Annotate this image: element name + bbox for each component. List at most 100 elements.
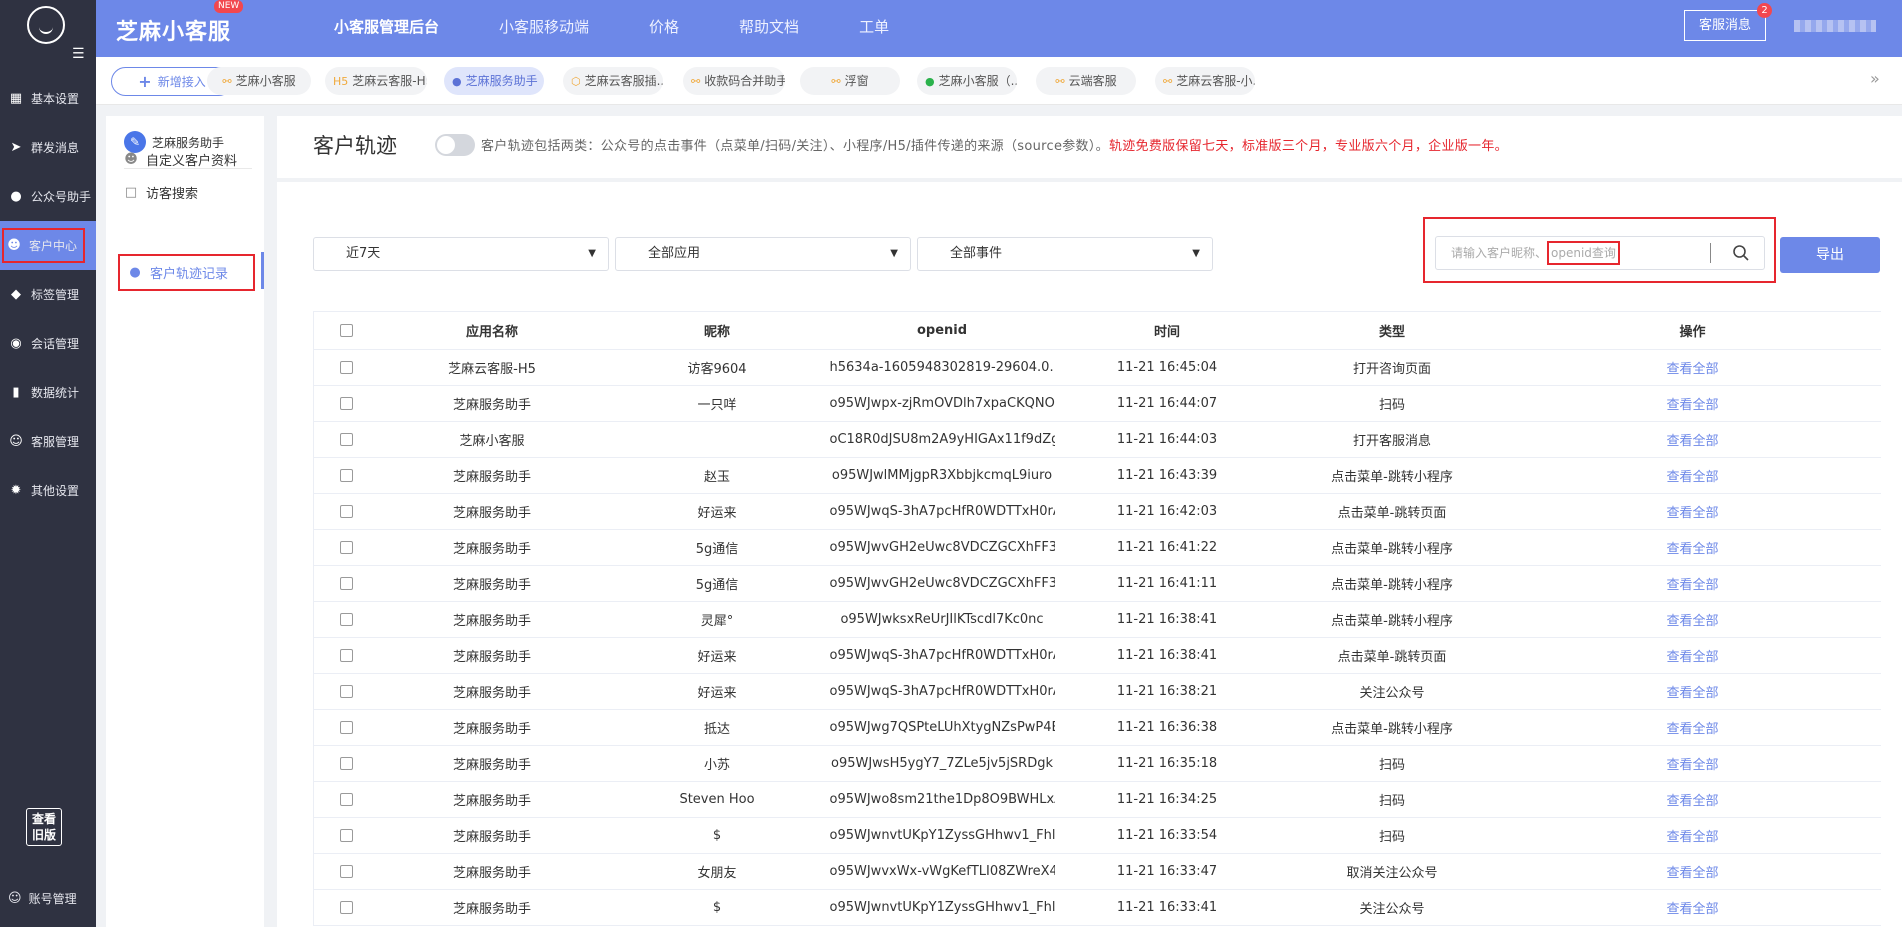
account-management-item[interactable]: ☺ 账号管理 [8, 890, 77, 907]
view-all-link[interactable]: 查看全部 [1504, 493, 1881, 530]
app-tab-1[interactable]: H5 芝麻云客服-H5 [325, 67, 427, 95]
event-select[interactable]: 全部事件 ▼ [917, 237, 1213, 271]
app-tab-4[interactable]: ⚯ 收款码合并助手 [683, 67, 785, 95]
row-checkbox[interactable] [340, 577, 354, 590]
app-tab-6[interactable]: ● 芝麻小客服（... [917, 67, 1017, 95]
view-all-link[interactable]: 查看全部 [1504, 673, 1881, 710]
sidebar-item-6[interactable]: ▮ 数据统计 [0, 368, 96, 417]
row-checkbox[interactable] [340, 829, 354, 842]
view-all-link[interactable]: 查看全部 [1504, 637, 1881, 674]
view-all-link[interactable]: 查看全部 [1504, 889, 1881, 926]
cell-time: 11-21 16:41:11 [1054, 565, 1280, 602]
view-all-link[interactable]: 查看全部 [1504, 349, 1881, 386]
view-all-link[interactable]: 查看全部 [1504, 853, 1881, 890]
app-tab-5[interactable]: ⚯ 浮窗 [800, 67, 900, 95]
view-all-link[interactable]: 查看全部 [1504, 709, 1881, 746]
link-icon: ⚯ [222, 75, 232, 88]
topnav-item-0[interactable]: 小客服管理后台 [304, 0, 469, 57]
cell-nickname: 好运来 [604, 493, 830, 530]
view-old-version-button[interactable]: 查看 旧版 [26, 808, 62, 846]
row-checkbox[interactable] [340, 649, 354, 662]
app-tab-7[interactable]: ⚯ 云端客服 [1036, 67, 1136, 95]
table-row: 芝麻服务助手 5g通信 o95WJwvGH2eUwc8VDCZGCXhFF3kg 11… [313, 565, 1881, 602]
row-checkbox[interactable] [340, 685, 354, 698]
select-all-checkbox[interactable] [340, 324, 354, 337]
row-checkbox[interactable] [340, 361, 354, 374]
page-header-card: 客户轨迹 客户轨迹包括两类：公众号的点击事件（点菜单/扫码/关注）、小程序/H5… [277, 116, 1902, 178]
app-tab-label: 芝麻小客服（... [938, 74, 1017, 88]
row-checkbox[interactable] [340, 901, 354, 914]
row-checkbox[interactable] [340, 505, 354, 518]
cell-app-name: 芝麻服务助手 [379, 637, 605, 674]
cell-app-name: 芝麻服务助手 [379, 493, 605, 530]
topnav-item-4[interactable]: 工单 [829, 0, 919, 57]
sidebar-item-1[interactable]: ➤ 群发消息 [0, 123, 96, 172]
sidebar-item-0[interactable]: ▦ 基本设置 [0, 74, 96, 123]
cell-nickname: $ [604, 889, 830, 926]
app-tab-label: 芝麻服务助手 [465, 74, 538, 88]
row-checkbox[interactable] [340, 793, 354, 806]
app-tab-2[interactable]: ● 芝麻服务助手 [444, 67, 544, 95]
view-all-link[interactable]: 查看全部 [1504, 421, 1881, 458]
view-all-link[interactable]: 查看全部 [1504, 457, 1881, 494]
view-all-link[interactable]: 查看全部 [1504, 385, 1881, 422]
cell-openid: o95WJwo8sm21the1Dp8O9BWHLxA4 [829, 781, 1055, 818]
sidebar-item-3[interactable]: ☻ 客户中心 [0, 221, 96, 270]
user-name-blurred[interactable] [1794, 20, 1876, 32]
view-all-link[interactable]: 查看全部 [1504, 529, 1881, 566]
topnav-item-2[interactable]: 价格 [619, 0, 709, 57]
sidebar-item-inner: ◉ 会话管理 [8, 335, 79, 352]
customer-message-button[interactable]: 客服消息 [1684, 10, 1766, 41]
double-chevron-right-icon[interactable]: » [1870, 69, 1880, 88]
cell-app-name: 芝麻服务助手 [379, 529, 605, 566]
view-all-link[interactable]: 查看全部 [1504, 565, 1881, 602]
date-range-select[interactable]: 近7天 ▼ [313, 237, 609, 271]
submenu-item-custom-profile[interactable]: ☻ 自定义客户资料 [124, 150, 237, 169]
sidebar-item-2[interactable]: ● 公众号助手 [0, 172, 96, 221]
search-icon[interactable] [1732, 244, 1750, 262]
trace-toggle-switch[interactable] [435, 134, 475, 156]
search-input[interactable]: 请输入客户昵称、 openid查询 [1435, 236, 1765, 270]
contact-card-icon: □ [124, 185, 138, 200]
sidebar-item-4[interactable]: ◆ 标签管理 [0, 270, 96, 319]
cell-time: 11-21 16:33:41 [1054, 889, 1280, 926]
app-tab-3[interactable]: ⬡ 芝麻云客服插... [563, 67, 663, 95]
view-all-link[interactable]: 查看全部 [1504, 781, 1881, 818]
table-row: 芝麻服务助手 一只咩 o95WJwpx-zjRmOVDlh7xpaCKQNO8 11-… [313, 385, 1881, 422]
cell-type: 扫码 [1279, 781, 1505, 818]
app-tab-8[interactable]: ⚯芝麻云客服-小... [1155, 67, 1255, 95]
sidebar-item-label: 群发消息 [31, 141, 80, 155]
cell-openid: oC18R0dJSU8m2A9yHIGAx11f9dZg [829, 421, 1055, 458]
submenu-item-visitor-search[interactable]: □ 访客搜索 [124, 183, 198, 202]
row-checkbox[interactable] [340, 541, 354, 554]
row-checkbox[interactable] [340, 433, 354, 446]
sidebar-item-label: 基本设置 [31, 92, 80, 106]
row-checkbox[interactable] [340, 397, 354, 410]
collapse-menu-icon[interactable]: ☰ [72, 46, 85, 62]
view-all-link[interactable]: 查看全部 [1504, 745, 1881, 782]
brand-logo[interactable]: 芝麻小客服 [116, 14, 231, 46]
row-checkbox[interactable] [340, 865, 354, 878]
cell-openid: o95WJwvGH2eUwc8VDCZGCXhFF3kg [829, 529, 1055, 566]
sidebar-item-8[interactable]: ✹ 其他设置 [0, 466, 96, 515]
view-all-link[interactable]: 查看全部 [1504, 601, 1881, 638]
cell-app-name: 芝麻服务助手 [379, 709, 605, 746]
row-checkbox[interactable] [340, 721, 354, 734]
row-checkbox[interactable] [340, 757, 354, 770]
submenu-item-customer-trace[interactable]: ● 客户轨迹记录 [118, 254, 255, 291]
row-checkbox[interactable] [340, 613, 354, 626]
row-select-cell [313, 529, 380, 566]
app-select[interactable]: 全部应用 ▼ [615, 237, 911, 271]
cell-nickname [604, 421, 830, 458]
topnav-item-3[interactable]: 帮助文档 [709, 0, 829, 57]
cell-openid: o95WJwvGH2eUwc8VDCZGCXhFF3kg [829, 565, 1055, 602]
export-button[interactable]: 导出 [1780, 237, 1880, 273]
topnav-item-1[interactable]: 小客服移动端 [469, 0, 619, 57]
view-all-link[interactable]: 查看全部 [1504, 817, 1881, 854]
app-tab-0[interactable]: ⚯ 芝麻小客服 [207, 67, 311, 95]
sidebar-item-7[interactable]: ☺ 客服管理 [0, 417, 96, 466]
table-row: 芝麻服务助手 好运来 o95WJwqS-3hA7pcHfR0WDTTxH0rA 11-… [313, 673, 1881, 710]
cell-app-name: 芝麻服务助手 [379, 385, 605, 422]
row-checkbox[interactable] [340, 469, 354, 482]
sidebar-item-5[interactable]: ◉ 会话管理 [0, 319, 96, 368]
